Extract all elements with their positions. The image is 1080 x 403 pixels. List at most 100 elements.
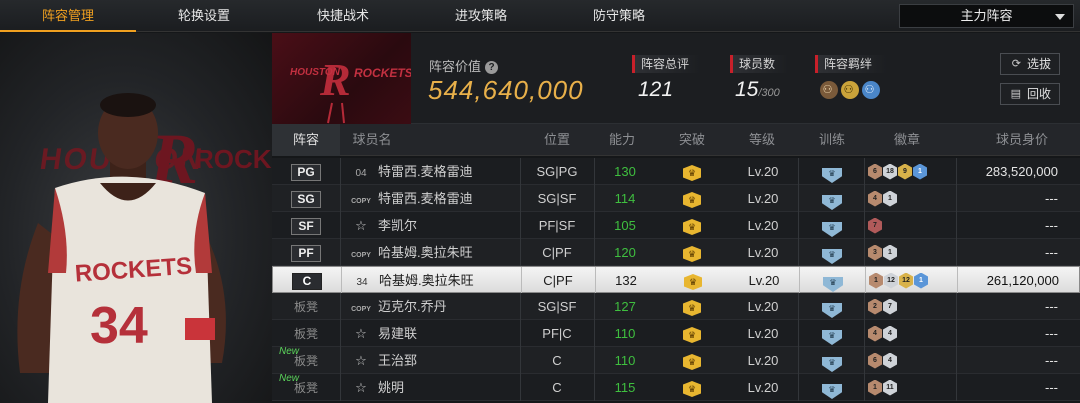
tab-lineup-management[interactable]: 阵容管理 [0,0,136,32]
table-row[interactable]: 板凳 COPY 迈克尔.乔丹 SG|SF 127 ♛ Lv.20 ♛ 2 7 --- [272,293,1080,320]
recycle-icon: ▤ [1010,88,1021,100]
badge-icon[interactable]: 9 [898,163,912,180]
player-level: Lv.20 [747,353,779,368]
breakthrough-cell[interactable]: ♛ [664,320,720,347]
recycle-button-label: 回收 [1026,87,1051,101]
training-cell[interactable]: ♛ [802,374,862,401]
breakthrough-cell[interactable]: ♛ [664,374,720,401]
svg-text:R: R [319,54,351,105]
player-position: C|PF [543,273,573,288]
col-player-value[interactable]: 球员身价 [982,124,1062,156]
lineup-select[interactable]: 主力阵容 [899,4,1074,28]
badge-icon[interactable]: 6 [868,163,882,180]
bond-icon-3[interactable]: ⚇ [862,81,880,99]
copy-tag: COPY [351,252,371,259]
player-ability: 132 [615,273,637,288]
col-position[interactable]: 位置 [522,124,592,156]
help-icon[interactable]: ? [485,61,499,74]
slot-badge: PF [291,245,321,262]
breakthrough-cell[interactable]: ♛ [664,347,720,374]
training-cell[interactable]: ♛ [802,239,862,266]
badge-icon[interactable]: 4 [883,352,897,369]
player-name[interactable]: 王治郅 [378,347,518,374]
breakthrough-cell[interactable]: ♛ [664,239,720,266]
badge-icon[interactable]: 7 [868,217,882,234]
table-row[interactable]: PF COPY 哈基姆.奥拉朱旺 C|PF 120 ♛ Lv.20 ♛ 3 1 --- [272,239,1080,266]
player-position: C [552,380,562,395]
player-name[interactable]: 哈基姆.奥拉朱旺 [378,239,518,266]
bond-icon-2[interactable]: ⚇ [841,81,859,99]
col-badges[interactable]: 徽章 [872,124,942,156]
slot-label: 板凳 [293,300,318,314]
breakthrough-cell[interactable]: ♛ [664,212,720,239]
table-row[interactable]: PG 04 特雷西.麦格雷迪 SG|PG 130 ♛ Lv.20 ♛ 6 18 9 1 283,520,… [272,158,1080,185]
training-cell[interactable]: ♛ [802,320,862,347]
tab-offense-strategy[interactable]: 进攻策略 [413,0,549,32]
badge-icon[interactable]: 18 [883,163,897,180]
badge-icon[interactable]: 1 [883,244,897,261]
lineup-bond-icons[interactable]: ⚇ ⚇ ⚇ [820,80,883,99]
table-row[interactable]: C 34 哈基姆.奥拉朱旺 C|PF 132 ♛ Lv.20 ♛ 1 12 12 1 261,120,0… [272,266,1080,294]
table-row[interactable]: New 板凳 ☆ 姚明 C 115 ♛ Lv.20 ♛ 1 11 --- [272,373,1080,401]
badge-icon[interactable]: 1 [913,163,927,180]
tab-defense-strategy[interactable]: 防守策略 [551,0,687,32]
badge-icon[interactable]: 1 [869,272,883,289]
badge-icon[interactable]: 1 [914,272,928,289]
badge-icon[interactable]: 11 [883,379,897,396]
bond-icon-1[interactable]: ⚇ [820,81,838,99]
training-cell[interactable]: ♛ [802,212,862,239]
recycle-button[interactable]: ▤ 回收 [1000,83,1060,105]
col-slot[interactable]: 阵容 [272,124,340,156]
tab-rotation-settings[interactable]: 轮换设置 [136,0,272,32]
breakthrough-cell[interactable]: ♛ [665,267,721,294]
player-name[interactable]: 姚明 [378,374,518,401]
table-row[interactable]: 板凳 ☆ 易建联 PF|C 110 ♛ Lv.20 ♛ 4 4 --- [272,320,1080,347]
training-cell[interactable]: ♛ [802,347,862,374]
badge-icon[interactable]: 3 [868,244,882,261]
player-name[interactable]: 李凯尔 [378,212,518,239]
player-name[interactable]: 易建联 [378,320,518,347]
player-name[interactable]: 特雷西.麦格雷迪 [378,158,518,185]
badge-icon[interactable]: 1 [868,379,882,396]
badge-icon[interactable]: 2 [868,298,882,315]
player-name[interactable]: 迈克尔.乔丹 [378,293,518,320]
training-cell[interactable]: ♛ [802,185,862,212]
col-training[interactable]: 训练 [802,124,862,156]
badge-icon[interactable]: 1 [883,190,897,207]
badge-icon[interactable]: 4 [868,190,882,207]
player-name[interactable]: 哈基姆.奥拉朱旺 [379,267,519,294]
badge-icon[interactable]: 4 [868,325,882,342]
col-level[interactable]: 等级 [732,124,792,156]
badge-icon[interactable]: 7 [883,298,897,315]
select-button[interactable]: ⟳ 选拔 [1000,53,1060,75]
player-name[interactable]: 特雷西.麦格雷迪 [378,185,518,212]
breakthrough-cell[interactable]: ♛ [664,158,720,185]
slot-cell: SF [272,212,340,239]
player-tag-cell: 04 [350,158,372,185]
training-cell[interactable]: ♛ [802,293,862,320]
badge-icon[interactable]: 6 [868,352,882,369]
badge-icon[interactable]: 12 [884,272,898,289]
table-row[interactable]: SF ☆ 李凯尔 PF|SF 105 ♛ Lv.20 ♛ 7 --- [272,212,1080,239]
breakthrough-cell[interactable]: ♛ [664,293,720,320]
player-level: Lv.20 [747,164,779,179]
breakthrough-cell[interactable]: ♛ [664,185,720,212]
col-ability[interactable]: 能力 [592,124,652,156]
badge-icon[interactable]: 12 [899,272,913,289]
training-cell[interactable]: ♛ [803,267,863,294]
new-tag: New [279,373,300,384]
player-portrait-panel: HOUSTON R ROCK ROCKETS 34 [0,33,272,403]
table-row[interactable]: New 板凳 ☆ 王治郅 C 110 ♛ Lv.20 ♛ 6 4 --- [272,346,1080,374]
crown-icon: ♛ [684,274,702,290]
tab-quick-tactics[interactable]: 快捷战术 [275,0,411,32]
table-row[interactable]: SG COPY 特雷西.麦格雷迪 SG|SF 114 ♛ Lv.20 ♛ 4 1 --- [272,185,1080,212]
col-breakthrough[interactable]: 突破 [662,124,722,156]
training-cell[interactable]: ♛ [802,158,862,185]
badge-group: 44 [868,320,897,347]
col-player-name[interactable]: 球员名 [342,124,402,156]
slot-cell: PG [272,158,340,185]
star-icon: ☆ [355,218,367,233]
player-value: 261,120,000 [986,273,1059,288]
player-count: 15/300 [735,78,780,102]
badge-icon[interactable]: 4 [883,325,897,342]
